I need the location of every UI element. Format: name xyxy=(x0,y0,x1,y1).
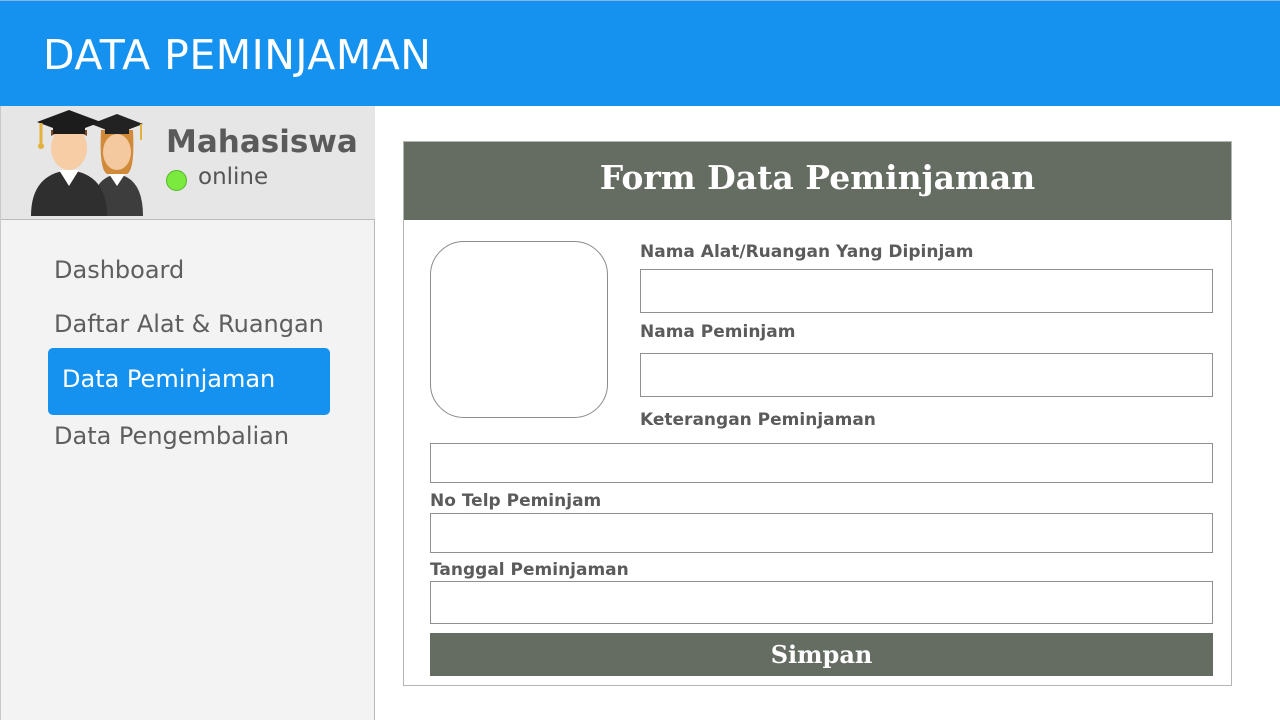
username: Mahasiswa xyxy=(166,124,358,160)
user-profile: Mahasiswa online xyxy=(1,106,375,220)
form-header: Form Data Peminjaman xyxy=(404,142,1231,220)
nama-peminjam-input[interactable] xyxy=(640,353,1213,397)
page-title: DATA PEMINJAMAN xyxy=(43,31,432,79)
nama-alat-input[interactable] xyxy=(640,269,1213,313)
no-telp-label: No Telp Peminjam xyxy=(430,491,602,511)
top-header: DATA PEMINJAMAN xyxy=(0,0,1280,106)
status-text: online xyxy=(198,164,269,190)
tanggal-input[interactable] xyxy=(430,581,1213,624)
save-button[interactable]: Simpan xyxy=(430,633,1213,676)
tanggal-label: Tanggal Peminjaman xyxy=(430,560,629,580)
sidebar: Mahasiswa online Dashboard Daftar Alat &… xyxy=(0,106,375,720)
sidebar-item-dashboard[interactable]: Dashboard xyxy=(54,256,184,284)
sidebar-item-daftar-alat-ruangan[interactable]: Daftar Alat & Ruangan xyxy=(54,310,324,338)
form-title: Form Data Peminjaman xyxy=(599,158,1036,197)
keterangan-label: Keterangan Peminjaman xyxy=(640,410,876,430)
photo-placeholder[interactable] xyxy=(430,241,608,418)
nama-peminjam-label: Nama Peminjam xyxy=(640,322,796,342)
graduates-icon xyxy=(31,110,143,216)
nama-alat-label: Nama Alat/Ruangan Yang Dipinjam xyxy=(640,242,974,262)
sidebar-item-data-peminjaman[interactable]: Data Peminjaman xyxy=(48,348,330,415)
keterangan-input[interactable] xyxy=(430,443,1213,483)
loan-form: Form Data Peminjaman Nama Alat/Ruangan Y… xyxy=(403,141,1232,686)
sidebar-item-data-pengembalian[interactable]: Data Pengembalian xyxy=(54,422,289,450)
no-telp-input[interactable] xyxy=(430,513,1213,553)
online-status-icon xyxy=(166,170,187,191)
